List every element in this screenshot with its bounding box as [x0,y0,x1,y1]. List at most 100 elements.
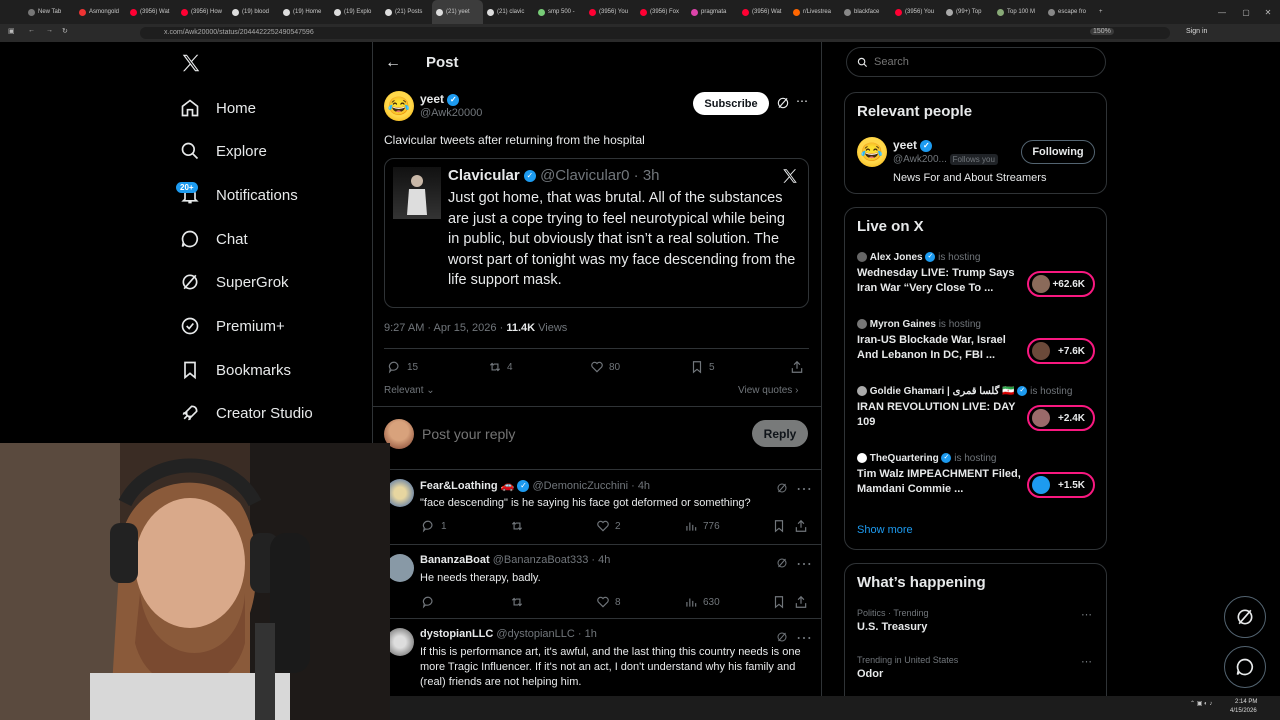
browser-tab[interactable]: pragmata [687,0,738,24]
more-icon[interactable]: ⋯ [796,628,812,648]
browser-tab[interactable]: (19) Explo [330,0,381,24]
forward-icon[interactable]: → [46,27,53,34]
reply-handle[interactable]: @dystopianLLC [496,628,574,640]
reply-item[interactable]: Fear&Loathing 🚗 ✓ @DemonicZucchini · 4h … [386,479,816,539]
grok-icon[interactable] [776,556,788,574]
like-action[interactable]: 2 [596,519,621,533]
show-more-link[interactable]: Show more [857,524,913,536]
sort-dropdown[interactable]: Relevant ⌄ [384,385,435,396]
quoted-post[interactable]: Clavicular ✓ @Clavicular0 · 3h Just got … [384,158,809,308]
browser-tab[interactable]: (3956) Fox [636,0,687,24]
reply-action[interactable] [422,595,436,609]
sign-in-button[interactable]: Sign in [1186,28,1207,35]
reply-handle[interactable]: @BananzaBoat333 [493,554,589,566]
trend-item[interactable]: Trending in United States Odor ⋯ [857,655,1097,680]
browser-tab[interactable]: (21) Posts [381,0,432,24]
search-input[interactable] [874,56,1074,68]
share-action[interactable] [790,360,804,374]
more-icon[interactable]: ⋯ [1081,655,1092,668]
reply-name[interactable]: Fear&Loathing [420,480,498,492]
repost-action[interactable]: 4 [488,360,513,374]
reply-name[interactable]: dystopianLLC [420,628,493,640]
live-listeners-pill[interactable]: +2.4K [1027,405,1095,431]
more-icon[interactable]: ⋯ [1081,608,1092,621]
grok-icon[interactable] [776,481,788,499]
browser-tab[interactable]: escape fro [1044,0,1095,24]
author-handle[interactable]: @Awk20000 [420,107,482,119]
nav-chat[interactable]: Chat [180,221,248,257]
live-listeners-pill[interactable]: +1.5K [1027,472,1095,498]
browser-tab[interactable]: smp 500 - [534,0,585,24]
repost-action[interactable] [510,595,524,609]
back-icon[interactable]: ← [28,27,35,34]
nav-bookmarks[interactable]: Bookmarks [180,352,291,388]
browser-tab[interactable]: (3956) You [891,0,942,24]
bookmark-action[interactable]: 5 [690,360,715,374]
zoom-level[interactable]: 150% [1090,28,1114,35]
chat-fab[interactable] [1224,646,1266,688]
trend-item[interactable]: Politics · Trending U.S. Treasury ⋯ [857,608,1097,633]
nav-creator-studio[interactable]: Creator Studio [180,395,313,431]
reload-icon[interactable]: ↻ [62,27,68,35]
browser-tab[interactable]: (3956) Wat [126,0,177,24]
subscribe-button[interactable]: Subscribe [693,92,769,115]
maximize-icon[interactable]: ▢ [1234,0,1258,24]
avatar[interactable]: 😂 [384,91,414,121]
grok-fab[interactable] [1224,596,1266,638]
browser-tab[interactable]: (21) yeet [432,0,483,24]
browser-tab[interactable]: Asmongold [75,0,126,24]
browser-tab[interactable]: Top 100 M [993,0,1044,24]
avatar[interactable] [386,628,414,656]
more-icon[interactable]: ⋯ [796,94,808,108]
live-listeners-pill[interactable]: +7.6K [1027,338,1095,364]
browser-tab[interactable]: (99+) Top [942,0,993,24]
browser-tab[interactable]: blackface [840,0,891,24]
person-name-row[interactable]: yeet ✓ [893,138,933,152]
share-action[interactable] [794,519,808,533]
nav-supergrok[interactable]: SuperGrok [180,264,289,300]
browser-tab[interactable]: (21) clavic [483,0,534,24]
more-icon[interactable]: ⋯ [796,554,812,574]
like-action[interactable]: 8 [596,595,621,609]
avatar[interactable] [386,554,414,582]
back-arrow-icon[interactable]: ← [385,54,401,72]
reply-button[interactable]: Reply [752,420,808,447]
x-logo-icon[interactable] [180,52,202,79]
reply-item[interactable]: BananzaBoat @BananzaBoat333 · 4h He need… [386,554,816,614]
avatar[interactable] [386,479,414,507]
repost-action[interactable] [510,519,524,533]
bookmark-action[interactable] [772,595,786,609]
live-listeners-pill[interactable]: +62.6K [1027,271,1095,297]
bookmark-action[interactable] [772,519,786,533]
browser-tab[interactable]: (19) blood [228,0,279,24]
close-window-icon[interactable]: ✕ [1256,0,1280,24]
nav-premium[interactable]: Premium+ [180,308,285,344]
browser-tab[interactable]: r/Livestrea [789,0,840,24]
browser-tab[interactable]: (3956) You [585,0,636,24]
reply-name[interactable]: BananzaBoat [420,554,490,566]
sidebar-toggle-icon[interactable]: ▣ [8,27,15,35]
grok-icon[interactable] [776,630,788,648]
browser-tab[interactable]: New Tab [24,0,75,24]
following-button[interactable]: Following [1021,140,1095,164]
post-author[interactable]: yeet ✓ [420,92,460,106]
search-box[interactable] [846,47,1106,77]
url-field[interactable]: x.com/Awk20000/status/204442225249054759… [140,27,1170,39]
reply-item[interactable]: dystopianLLC @dystopianLLC · 1h If this … [386,628,816,692]
grok-icon[interactable] [776,96,790,115]
system-tray-icons[interactable]: ⌃ ▣ ◐ ♪ [1190,700,1212,707]
nav-home[interactable]: Home [180,90,256,126]
share-action[interactable] [794,595,808,609]
nav-explore[interactable]: Explore [180,133,267,169]
like-action[interactable]: 80 [590,360,620,374]
browser-tab[interactable]: (19) Home [279,0,330,24]
reply-input[interactable] [422,424,742,444]
reply-action[interactable]: 15 [388,360,418,374]
views-action[interactable]: 776 [684,519,720,533]
reply-handle[interactable]: @DemonicZucchini [533,480,629,492]
minimize-icon[interactable]: — [1210,0,1234,24]
reply-action[interactable]: 1 [422,519,447,533]
new-tab-icon[interactable]: + [1095,0,1146,24]
more-icon[interactable]: ⋯ [796,479,812,499]
browser-tab[interactable]: (3956) How [177,0,228,24]
